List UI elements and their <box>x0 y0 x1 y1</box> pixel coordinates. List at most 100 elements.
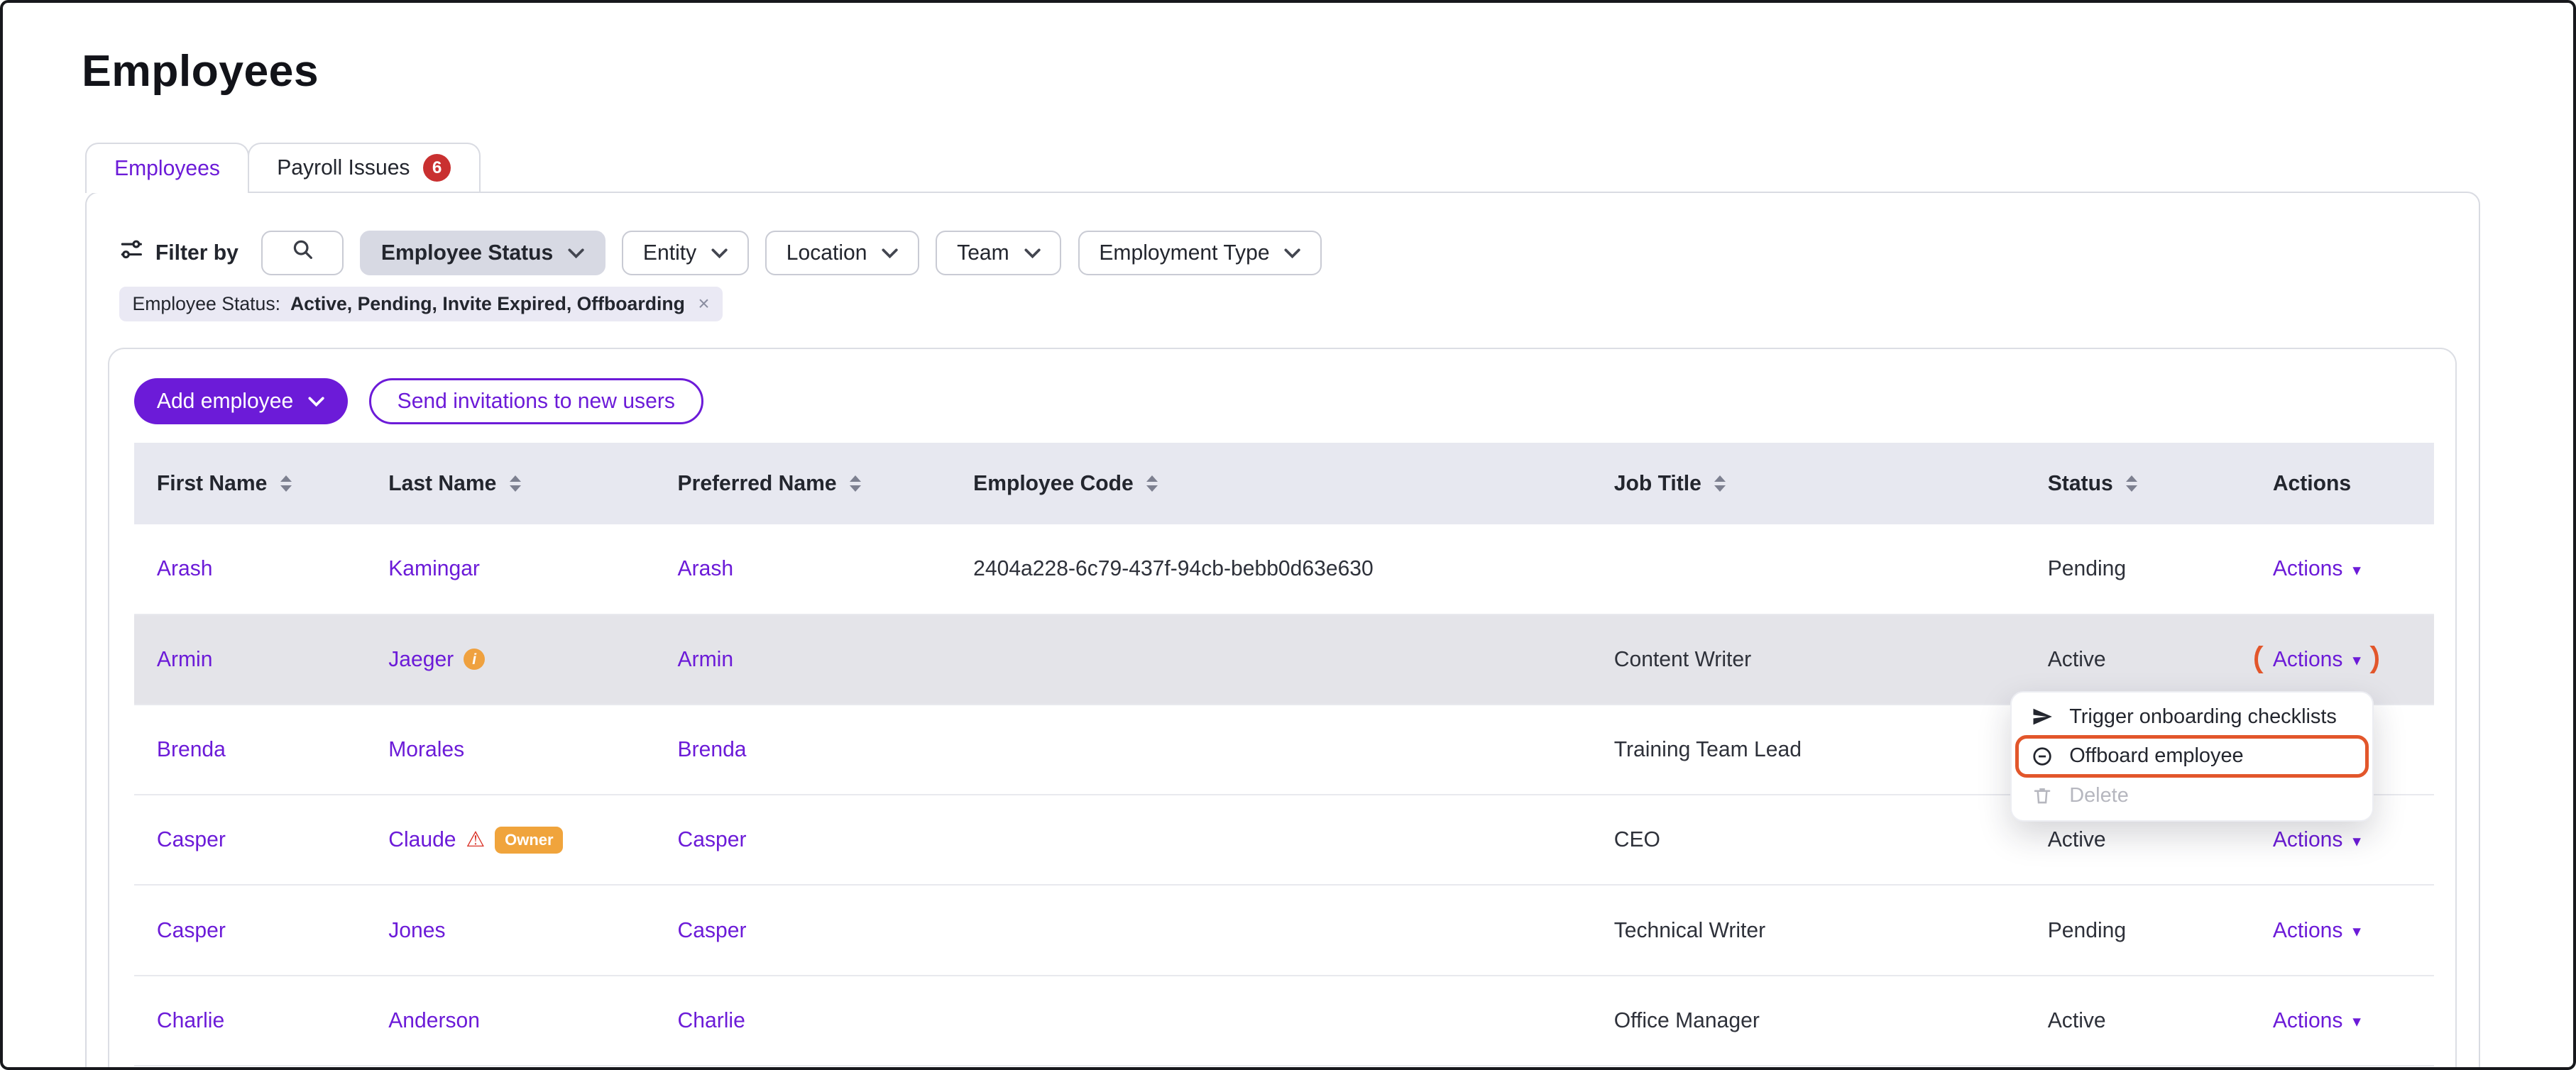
employee-first-name-link[interactable]: Charlie <box>157 1007 224 1035</box>
employees-page: Employees Employees Payroll Issues 6 Fil… <box>0 0 2576 1070</box>
add-employee-button[interactable]: Add employee <box>134 378 348 424</box>
column-label: Status <box>2048 470 2113 497</box>
sort-arrows-icon <box>850 475 861 492</box>
send-invitations-button[interactable]: Send invitations to new users <box>369 378 703 424</box>
cell-preferred-name: Charlie <box>654 1007 950 1035</box>
column-header-preferred-name[interactable]: Preferred Name <box>654 470 950 497</box>
actions-label: Actions <box>2273 555 2343 583</box>
row-actions-button[interactable]: Actions ▾ <box>2273 555 2361 583</box>
filter-pill-entity[interactable]: Entity <box>622 231 749 275</box>
cell-job-title: Training Team Lead <box>1591 736 2024 763</box>
filter-pill-employee-status[interactable]: Employee Status <box>360 231 605 275</box>
cell-status: Pending <box>2024 555 2249 583</box>
column-header-employee-code[interactable]: Employee Code <box>950 470 1591 497</box>
sort-arrows-icon <box>1714 475 1726 492</box>
status-text: Active <box>2048 826 2106 854</box>
employee-preferred-name-link[interactable]: Brenda <box>678 736 747 763</box>
row-actions-button[interactable]: Actions ▾ <box>2273 826 2361 854</box>
caret-down-icon: ▾ <box>2352 1010 2361 1032</box>
actions-label: Actions <box>2273 646 2343 673</box>
chip-values: Active, Pending, Invite Expired, Offboar… <box>290 292 685 316</box>
employee-first-name-link[interactable]: Brenda <box>157 736 226 763</box>
employee-preferred-name-link[interactable]: Arash <box>678 555 734 583</box>
cell-actions: Actions ▾ <box>2249 646 2433 673</box>
employee-last-name-link[interactable]: Anderson <box>388 1007 480 1035</box>
row-actions-button[interactable]: Actions ▾ <box>2273 1007 2361 1035</box>
table-header-row: First Name Last Name Preferred Name Empl… <box>134 443 2434 525</box>
employee-preferred-name-link[interactable]: Charlie <box>678 1007 745 1035</box>
trash-icon <box>2030 785 2055 806</box>
employee-preferred-name-link[interactable]: Armin <box>678 646 734 673</box>
table-row: Arash Kamingar Arash 2404a228-6c79-437f-… <box>134 524 2434 614</box>
cell-last-name: Claude ⚠ Owner <box>366 826 654 854</box>
job-title-text: Content Writer <box>1614 646 1751 673</box>
employee-preferred-name-link[interactable]: Casper <box>678 826 747 854</box>
employee-first-name-link[interactable]: Arash <box>157 555 213 583</box>
filter-bar: Filter by Employee Status Entity Locatio… <box>119 231 1322 275</box>
column-header-first-name[interactable]: First Name <box>134 470 366 497</box>
filter-pill-entity-label: Entity <box>643 239 696 267</box>
job-title-text: Office Manager <box>1614 1007 1760 1035</box>
employee-first-name-link[interactable]: Casper <box>157 826 226 854</box>
cell-preferred-name: Casper <box>654 917 950 944</box>
menu-item-delete: Delete <box>2012 776 2372 816</box>
actions-label: Actions <box>2273 917 2343 944</box>
cell-last-name: Jones <box>366 917 654 944</box>
status-text: Active <box>2048 646 2106 673</box>
tab-payroll-issues[interactable]: Payroll Issues 6 <box>248 143 481 192</box>
employee-first-name-link[interactable]: Casper <box>157 917 226 944</box>
chevron-down-icon <box>568 248 584 258</box>
employee-last-name-link[interactable]: Jones <box>388 917 445 944</box>
caret-down-icon: ▾ <box>2352 649 2361 671</box>
search-button[interactable] <box>261 231 344 275</box>
chevron-down-icon <box>711 248 728 258</box>
tab-employees-label: Employees <box>114 155 220 182</box>
column-header-last-name[interactable]: Last Name <box>366 470 654 497</box>
cell-actions: Actions ▾ <box>2249 1007 2433 1035</box>
tab-employees[interactable]: Employees <box>85 143 249 194</box>
employee-preferred-name-link[interactable]: Casper <box>678 917 747 944</box>
row-actions-button[interactable]: Actions ▾ <box>2273 646 2361 673</box>
employee-last-name-link[interactable]: Jaeger <box>388 646 454 673</box>
filter-pill-employment-type-label: Employment Type <box>1099 239 1269 267</box>
column-header-status[interactable]: Status <box>2024 470 2249 497</box>
menu-item-trigger-onboarding-checklists[interactable]: Trigger onboarding checklists <box>2012 697 2372 737</box>
sort-arrows-icon <box>510 475 521 492</box>
column-label: Job Title <box>1614 470 1701 497</box>
employee-first-name-link[interactable]: Armin <box>157 646 213 673</box>
filter-pill-employment-type[interactable]: Employment Type <box>1078 231 1322 275</box>
menu-item-offboard-employee[interactable]: Offboard employee <box>2012 737 2372 776</box>
cell-preferred-name: Brenda <box>654 736 950 763</box>
cell-actions: Actions ▾ <box>2249 826 2433 854</box>
page-title: Employees <box>82 43 319 100</box>
filter-by-label: Filter by <box>155 239 239 267</box>
sort-arrows-icon <box>280 475 292 492</box>
search-icon <box>291 238 314 268</box>
chip-remove-icon[interactable]: × <box>698 291 709 316</box>
column-label: First Name <box>157 470 267 497</box>
status-text: Pending <box>2048 917 2126 944</box>
employee-last-name-link[interactable]: Kamingar <box>388 555 480 583</box>
cell-first-name: Casper <box>134 917 366 944</box>
cell-first-name: Casper <box>134 826 366 854</box>
cell-employee-code: 2404a228-6c79-437f-94cb-bebb0d63e630 <box>950 555 1591 583</box>
filter-pill-team[interactable]: Team <box>936 231 1061 275</box>
employees-panel: Filter by Employee Status Entity Locatio… <box>85 192 2480 1070</box>
column-label: Actions <box>2273 470 2351 497</box>
filter-pill-location[interactable]: Location <box>765 231 919 275</box>
employee-last-name-link[interactable]: Claude <box>388 826 456 854</box>
row-actions-button[interactable]: Actions ▾ <box>2273 917 2361 944</box>
job-title-text: Technical Writer <box>1614 917 1765 944</box>
cell-preferred-name: Casper <box>654 826 950 854</box>
send-invitations-label: Send invitations to new users <box>398 390 675 414</box>
info-icon: i <box>464 649 485 670</box>
cell-status: Pending <box>2024 917 2249 944</box>
cell-first-name: Charlie <box>134 1007 366 1035</box>
tab-payroll-issues-label: Payroll Issues <box>277 154 410 182</box>
payroll-issues-count-badge: 6 <box>423 154 451 182</box>
menu-item-label: Offboard employee <box>2069 743 2243 770</box>
employee-last-name-link[interactable]: Morales <box>388 736 464 763</box>
column-header-job-title[interactable]: Job Title <box>1591 470 2024 497</box>
cell-last-name: Morales <box>366 736 654 763</box>
chevron-down-icon <box>1024 248 1041 258</box>
